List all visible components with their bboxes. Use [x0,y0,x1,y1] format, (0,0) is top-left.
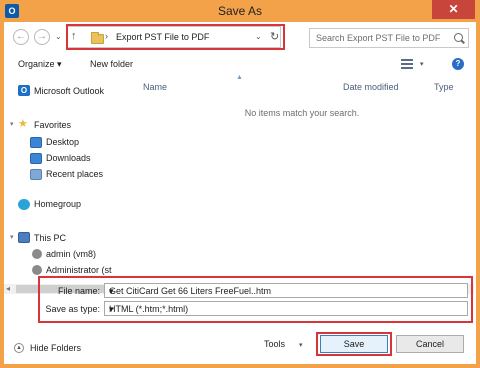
favorites-collapse-icon[interactable]: ▾ [10,120,14,128]
search-icon[interactable] [454,33,463,42]
column-header-name[interactable]: Name [143,82,167,92]
nav-item-desktop[interactable]: Desktop [46,137,79,147]
outlook-icon: O [18,85,30,96]
nav-item-favorites[interactable]: Favorites [34,120,71,130]
file-name-field[interactable]: Get CitiCard Get 66 Liters FreeFuel..htm… [104,283,468,298]
title-bar: O Save As ✕ [0,0,480,22]
this-pc-collapse-icon[interactable]: ▾ [10,233,14,241]
recent-locations-dropdown[interactable]: ⌄ [55,32,62,41]
window-title: Save As [217,4,263,18]
chevron-down-icon[interactable]: ▾ [109,286,464,297]
save-as-type-label: Save as type: [45,304,100,314]
search-placeholder: Search Export PST File to PDF [316,33,441,43]
save-as-type-select[interactable]: HTML (*.htm;*.html) ▾ [104,301,468,316]
tools-dropdown-icon[interactable]: ▾ [299,341,303,349]
star-icon: ★ [18,118,28,130]
address-highlight-box [66,24,285,50]
help-icon[interactable]: ? [452,58,464,70]
nav-item-downloads[interactable]: Downloads [46,153,91,163]
sort-arrow-icon: ▲ [236,74,243,81]
chevron-down-icon[interactable]: ▾ [109,304,464,315]
view-dropdown-icon[interactable]: ▾ [420,60,424,68]
back-button[interactable]: ← [13,29,29,45]
nav-item-recent-places[interactable]: Recent places [46,169,103,179]
organize-button[interactable]: Organize ▾ [18,59,62,70]
hide-folders-label: Hide Folders [30,343,82,353]
tools-button[interactable]: Tools [264,339,285,349]
empty-message: No items match your search. [244,108,360,118]
recent-places-icon [30,169,42,180]
computer-icon [18,232,30,243]
column-header-date-modified[interactable]: Date modified [343,82,399,92]
nav-item-admin[interactable]: admin (vm8) [46,249,96,259]
close-button[interactable]: ✕ [432,0,475,19]
nav-item-this-pc[interactable]: This PC [34,233,66,243]
nav-item-outlook[interactable]: Microsoft Outlook [34,86,104,96]
desktop-icon [30,137,42,148]
nav-item-homegroup[interactable]: Homegroup [34,199,81,209]
user-drive-icon [32,265,42,275]
downloads-icon [30,153,42,164]
homegroup-icon [18,199,30,210]
column-header-type[interactable]: Type [434,82,454,92]
save-as-window: O Save As ✕ ← → ⌄ ↑ › Export PST File to… [0,0,480,368]
nav-item-administrator[interactable]: Administrator (st [46,265,112,275]
file-name-label: File name: [57,286,100,296]
save-highlight-box [316,332,392,356]
dialog-client: ← → ⌄ ↑ › Export PST File to PDF ⌄ ↻ Sea… [4,22,476,364]
forward-button[interactable]: → [34,29,50,45]
new-folder-button[interactable]: New folder [90,59,133,69]
collapse-up-icon: ▲ [14,343,24,353]
view-options-icon[interactable] [401,59,413,69]
cancel-button[interactable]: Cancel [396,335,464,353]
search-input[interactable]: Search Export PST File to PDF [309,28,469,48]
user-drive-icon [32,249,42,259]
